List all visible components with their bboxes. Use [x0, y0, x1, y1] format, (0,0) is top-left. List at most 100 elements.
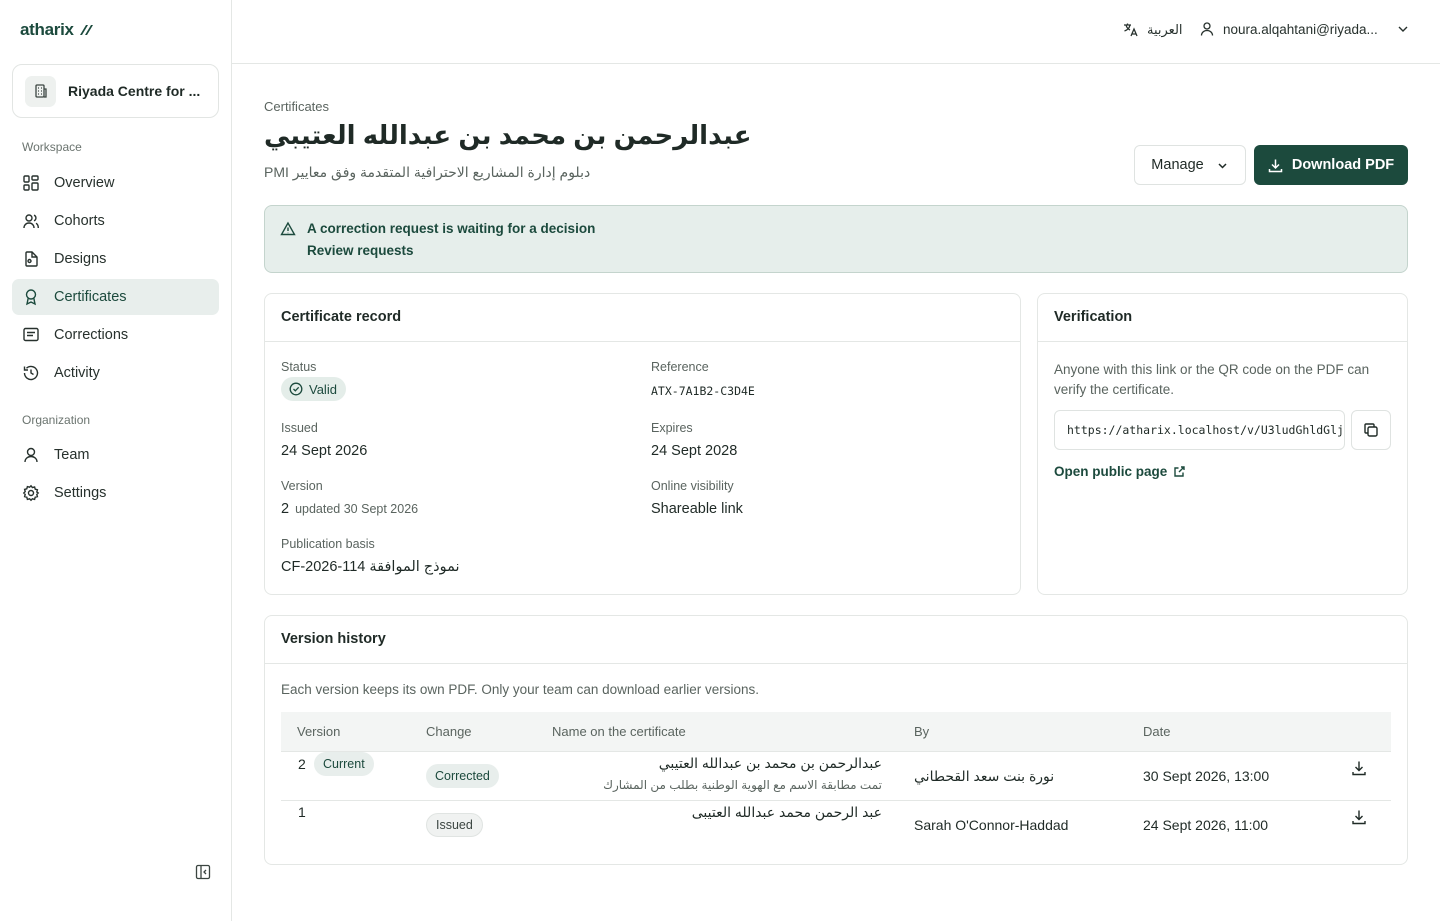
download-label: Download PDF: [1291, 157, 1395, 173]
version-updated: updated 30 Sept 2026: [295, 502, 419, 516]
manage-button[interactable]: Manage: [1134, 145, 1246, 185]
main-content: العربية noura.alqahtani@riyada... Certif…: [232, 0, 1440, 921]
user-email: noura.alqahtani@riyada...: [1223, 21, 1378, 37]
visibility-label: Online visibility: [651, 479, 734, 493]
expires-label: Expires: [651, 421, 693, 435]
issued-label: Issued: [281, 421, 318, 435]
sidebar-item-label: Certificates: [54, 289, 127, 305]
row-date: 30 Sept 2026, 13:00: [1143, 768, 1270, 784]
download-icon[interactable]: [1351, 760, 1367, 776]
user-menu[interactable]: noura.alqahtani@riyada...: [1199, 21, 1410, 37]
award-icon: [25, 289, 37, 306]
sidebar-item-label: Activity: [54, 365, 100, 381]
card-heading: Certificate record: [265, 294, 1020, 342]
version-field: 2 updated 30 Sept 2026: [281, 501, 418, 517]
download-pdf-button[interactable]: Download PDF: [1254, 145, 1408, 185]
current-badge: Current: [314, 752, 374, 776]
alert-title: A correction request is waiting for a de…: [307, 221, 596, 236]
expires-value: 24 Sept 2028: [651, 443, 738, 459]
download-icon: [1268, 159, 1283, 172]
table-row: 2 Current Corrected عبدالرحمن بن محمد بن…: [281, 752, 1391, 801]
issued-value: 24 Sept 2026: [281, 443, 368, 459]
correction-alert: A correction request is waiting for a de…: [264, 205, 1408, 273]
history-description: Each version keeps its own PDF. Only you…: [281, 682, 759, 697]
workspace-section-label: Workspace: [22, 140, 82, 154]
check-circle-icon: [289, 382, 303, 396]
sidebar-item-cohorts[interactable]: Cohorts: [12, 203, 219, 239]
organization-section-label: Organization: [22, 413, 91, 427]
external-link-icon: [1174, 466, 1185, 477]
brand-logo[interactable]: atharix: [20, 20, 94, 40]
version-label: Version: [281, 479, 323, 493]
manage-label: Manage: [1151, 157, 1204, 173]
sidebar-item-settings[interactable]: Settings: [12, 475, 219, 511]
publication-basis-value: CF-2026-114 نموذج الموافقة: [281, 559, 460, 575]
row-version: 2: [298, 756, 306, 772]
language-label: العربية: [1147, 21, 1183, 37]
publication-basis-label: Publication basis: [281, 537, 375, 551]
table-header: Version Change Name on the certificate B…: [281, 712, 1391, 752]
verification-url-field[interactable]: https://atharix.localhost/v/U3ludGhldGlj…: [1054, 410, 1345, 450]
org-name: Riyada Centre for ...: [68, 83, 201, 99]
download-icon[interactable]: [1351, 809, 1367, 825]
logo-mark-icon: [79, 25, 93, 35]
sidebar-item-label: Designs: [54, 251, 107, 267]
collapse-sidebar-icon[interactable]: [195, 864, 211, 880]
version-history-table: Version Change Name on the certificate B…: [281, 712, 1391, 850]
review-requests-link[interactable]: Review requests: [307, 243, 414, 258]
topbar: العربية noura.alqahtani@riyada...: [232, 0, 1440, 64]
sidebar-item-label: Overview: [54, 175, 115, 191]
column-header-by: By: [914, 724, 930, 739]
page-subtitle: دبلوم إدارة المشاريع الاحترافية المتقدمة…: [264, 164, 591, 180]
row-name: عبدالرحمن بن محمد بن عبدالله العتيبي: [658, 755, 882, 771]
row-by: Sarah O'Connor-Haddad: [914, 817, 1069, 833]
verification-card: Verification Anyone with this link or th…: [1037, 293, 1408, 595]
user-icon: [1200, 22, 1214, 36]
breadcrumb[interactable]: Certificates: [264, 99, 329, 114]
chevron-down-icon: [1398, 26, 1408, 32]
card-heading: Verification: [1038, 294, 1407, 342]
column-header-version: Version: [297, 724, 341, 739]
sidebar-item-team[interactable]: Team: [12, 437, 219, 473]
org-switcher[interactable]: Riyada Centre for ...: [12, 64, 219, 118]
building-icon: [25, 75, 56, 107]
status-label: Status: [281, 360, 317, 374]
verification-text: Anyone with this link or the QR code on …: [1054, 362, 1370, 397]
column-header-name: Name on the certificate: [552, 724, 686, 739]
users-icon: [23, 214, 39, 229]
open-public-page-label: Open public page: [1054, 464, 1168, 479]
reference-label: Reference: [651, 360, 709, 374]
table-row: 1 Issued عبد الرحمن محمد عبدالله العتيبى…: [281, 801, 1391, 850]
certificate-record-card: Certificate record Status Valid Referenc…: [264, 293, 1021, 595]
row-name: عبد الرحمن محمد عبدالله العتيبى: [691, 804, 882, 820]
sidebar-item-overview[interactable]: Overview: [12, 165, 219, 201]
card-heading: Version history: [265, 616, 1407, 664]
version-value: 2: [281, 501, 290, 517]
sidebar-item-label: Settings: [54, 485, 107, 501]
user-icon: [24, 447, 38, 463]
chevron-down-icon: [1218, 162, 1227, 169]
page-title: عبدالرحمن بن محمد بن عبدالله العتيبي: [264, 120, 752, 150]
sidebar-item-designs[interactable]: Designs: [12, 241, 219, 277]
brand-name: atharix: [20, 20, 74, 39]
visibility-value: Shareable link: [651, 501, 743, 517]
history-icon: [23, 365, 39, 381]
sidebar-item-label: Cohorts: [54, 213, 105, 229]
translate-icon: [1124, 23, 1138, 37]
copy-url-button[interactable]: [1351, 410, 1391, 450]
sidebar-item-activity[interactable]: Activity: [12, 355, 219, 391]
change-badge: Corrected: [426, 764, 499, 788]
language-switcher[interactable]: العربية: [1122, 21, 1183, 38]
message-square-icon: [23, 327, 39, 342]
status-badge: Valid: [281, 377, 346, 401]
sidebar-item-corrections[interactable]: Corrections: [12, 317, 219, 353]
row-by: نورة بنت سعد القحطاني: [914, 768, 1055, 784]
column-header-change: Change: [426, 724, 472, 739]
sidebar-item-certificates[interactable]: Certificates: [12, 279, 219, 315]
gear-icon: [22, 484, 40, 502]
open-public-page-link[interactable]: Open public page: [1054, 464, 1186, 479]
row-date: 24 Sept 2026, 11:00: [1143, 817, 1269, 833]
version-history-card: Version history Each version keeps its o…: [264, 615, 1408, 865]
sidebar-item-label: Team: [54, 447, 90, 463]
warning-triangle-icon: [280, 221, 296, 236]
